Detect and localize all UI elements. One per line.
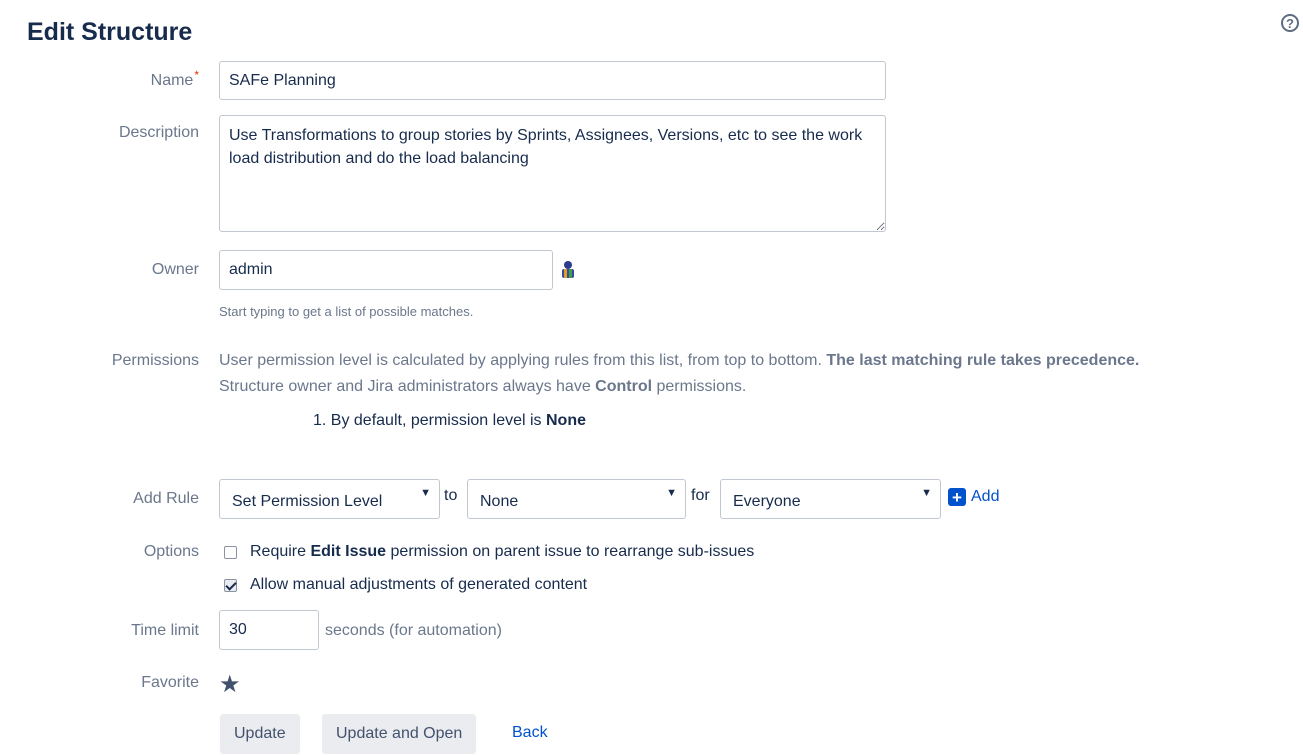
options-label: Options [143,543,199,560]
time-limit-input[interactable] [219,610,319,650]
rule-action-value: Set Permission Level [232,493,383,510]
for-label: for [691,487,710,504]
option-2-label: Allow manual adjustments of generated co… [250,576,588,593]
owner-hint: Start typing to get a list of possible m… [219,304,474,319]
permissions-description: User permission level is calculated by a… [219,348,1299,400]
chevron-down-icon: ▼ [666,487,677,499]
permissions-text-2-bold: Control [595,378,653,395]
help-icon[interactable]: ? [1281,14,1299,32]
chevron-down-icon: ▼ [921,487,932,499]
add-rule-button[interactable]: + Add [948,488,999,506]
star-icon[interactable]: ★ [219,673,241,697]
permissions-text-1: User permission level is calculated by a… [219,352,822,369]
rule-target-select[interactable]: Everyone ▼ [720,479,941,519]
option-1-bold: Edit Issue [310,543,387,560]
allow-manual-adjustments-checkbox[interactable] [224,578,237,592]
name-label: Name* [150,68,199,89]
permissions-text-1-bold: The last matching rule takes precedence. [826,352,1140,369]
plus-icon: + [948,488,966,506]
time-limit-label: Time limit [131,622,199,639]
rule-level-select[interactable]: None ▼ [467,479,686,519]
option-require-edit-issue: Require Edit Issue permission on parent … [224,543,754,561]
rule-text: 1. By default, permission level is [313,412,542,429]
name-input[interactable] [219,61,886,100]
update-button[interactable]: Update [220,714,300,754]
required-marker: * [194,68,199,82]
user-picker-icon[interactable] [558,260,578,280]
rule-level-value: None [480,493,519,510]
rule-action-select[interactable]: Set Permission Level ▼ [219,479,440,519]
rule-level: None [546,412,586,429]
permissions-label: Permissions [111,352,199,369]
time-limit-unit: seconds (for automation) [325,622,502,639]
require-edit-issue-checkbox[interactable] [224,545,237,559]
option-1-pre: Require [250,543,307,560]
description-textarea[interactable]: Use Transformations to group stories by … [219,115,886,232]
favorite-label: Favorite [141,674,199,691]
add-rule-label: Add Rule [133,490,199,507]
rule-target-value: Everyone [733,493,801,510]
permissions-text-2-pre: Structure owner and Jira administrators … [219,378,591,395]
to-label: to [444,487,458,504]
owner-label: Owner [151,261,199,278]
option-allow-manual-adjustments: Allow manual adjustments of generated co… [224,576,587,594]
description-label: Description [118,124,199,141]
permission-rule-item: 1. By default, permission level is None [313,412,586,430]
option-1-post: permission on parent issue to rearrange … [390,543,755,560]
page-title: Edit Structure [27,18,193,46]
update-and-open-button[interactable]: Update and Open [322,714,477,754]
back-link[interactable]: Back [512,724,548,742]
add-rule-label-text: Add [971,488,1000,505]
chevron-down-icon: ▼ [420,487,431,499]
owner-input[interactable] [219,250,553,290]
permissions-text-2-post: permissions. [656,378,747,395]
